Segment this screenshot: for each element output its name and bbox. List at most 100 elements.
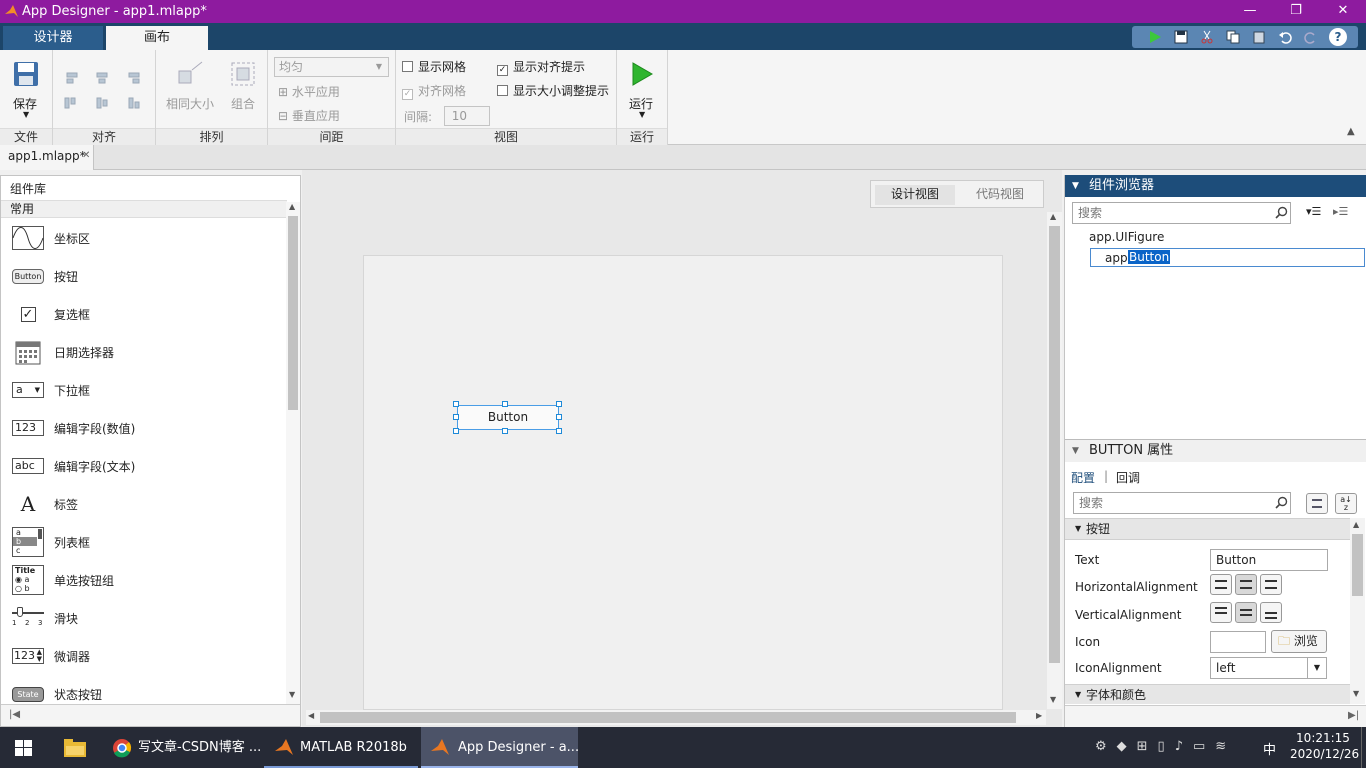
component-dropdown[interactable]: a ▼ 下拉框 (1, 371, 287, 409)
tab-designer[interactable]: 设计器 (3, 26, 103, 50)
show-resize-label: 显示大小调整提示 (513, 84, 610, 98)
library-footer: |◀ (1, 704, 300, 726)
taskbar-chrome[interactable]: 写文章-CSDN博客 ... (104, 727, 262, 768)
title-bar: App Designer - app1.mlapp* — ❐ ✕ (0, 0, 1366, 23)
close-tab-icon[interactable]: ✕ (82, 145, 90, 167)
group-button[interactable]: 组合 (231, 95, 255, 112)
font-color-section-button[interactable]: ▼ 字体和颜色 (1065, 684, 1351, 704)
align-left-icon[interactable] (1210, 574, 1232, 595)
show-grid-checkbox[interactable]: 显示网格 (402, 58, 466, 75)
component-radio-group[interactable]: Title ◉ a ○ b 单选按钮组 (1, 561, 287, 599)
slider-tick-1: 1 (12, 619, 17, 627)
snap-grid-checkbox[interactable]: ✓ 对齐网格 (402, 82, 466, 100)
component-label-widget[interactable]: A 标签 (1, 485, 287, 523)
clock[interactable]: 10:21:15 2020/12/26 (1290, 731, 1359, 761)
selection-handles[interactable] (453, 401, 563, 434)
component-slider[interactable]: 1 2 3 滑块 (1, 599, 287, 637)
show-desktop-button[interactable] (1361, 727, 1366, 768)
close-button[interactable]: ✕ (1320, 0, 1366, 23)
component-text-field[interactable]: abc 编辑字段(文本) (1, 447, 287, 485)
save-icon[interactable] (1174, 30, 1188, 44)
tree-root[interactable]: app.UIFigure (1089, 230, 1164, 244)
minimize-button[interactable]: — (1227, 0, 1273, 23)
radio-group-icon: Title ◉ a ○ b (12, 565, 44, 595)
component-listbox[interactable]: a b c 列表框 (1, 523, 287, 561)
taskbar-matlab[interactable]: MATLAB R2018b (264, 727, 418, 768)
spacing-dropdown-value: 均匀 (279, 60, 304, 74)
browser-search-input[interactable]: 搜索 (1072, 202, 1291, 224)
tree-view-icon[interactable]: ▾☰ (1306, 205, 1321, 218)
props-tab-callbacks[interactable]: 回调 (1116, 469, 1140, 486)
prop-iconalign-dropdown[interactable]: left ▼ (1210, 657, 1327, 679)
restore-button[interactable]: ❐ (1273, 0, 1319, 23)
props-scrollbar[interactable]: ▲ ▼ (1350, 518, 1365, 704)
component-label: 日期选择器 (54, 346, 115, 360)
align-middle-icon[interactable] (1235, 602, 1257, 623)
component-library: 组件库 常用 ▲ ▼ 坐标区 Button 按钮 ✓ 复选框 日期选择器 a ▼ 下拉框 … (0, 175, 301, 727)
prop-text-input[interactable]: Button (1210, 549, 1328, 571)
ui-figure[interactable]: Button (363, 255, 1003, 710)
dropdown-icon-text: a (16, 383, 23, 396)
redo-icon[interactable] (1304, 30, 1318, 44)
show-align-checkbox[interactable]: ✓ 显示对齐提示 (497, 58, 585, 76)
tree-child-button[interactable]: app. Button (1090, 248, 1365, 267)
align-bottom-icon[interactable] (1260, 602, 1282, 623)
paste-icon[interactable] (1252, 30, 1266, 44)
matlab-icon (431, 739, 449, 755)
list-view-icon[interactable]: ▸☰ (1333, 205, 1348, 218)
undo-icon[interactable] (1278, 30, 1292, 44)
collapse-left-icon[interactable]: |◀ (9, 709, 20, 720)
axes-icon (12, 226, 44, 250)
show-align-label: 显示对齐提示 (513, 60, 586, 74)
file-explorer-icon[interactable] (64, 739, 86, 757)
library-scrollbar[interactable]: ▲ ▼ (286, 202, 300, 704)
cut-icon[interactable] (1200, 30, 1214, 44)
component-checkbox[interactable]: ✓ 复选框 (1, 295, 287, 333)
component-date-picker[interactable]: 日期选择器 (1, 333, 287, 371)
sort-az-icon[interactable]: a↓ z (1335, 493, 1357, 514)
chrome-icon (113, 739, 132, 758)
component-axes[interactable]: 坐标区 (1, 219, 287, 257)
spacing-dropdown[interactable]: 均匀 ▼ (274, 57, 389, 77)
props-section-label: 按钮 (1086, 522, 1111, 536)
doc-tab-app1[interactable]: app1.mlapp* ✕ (0, 145, 94, 170)
same-size-button[interactable]: 相同大小 (166, 95, 214, 112)
align-center-icon[interactable] (1235, 574, 1257, 595)
windows-start-icon[interactable] (15, 740, 32, 756)
collapse-ribbon-icon[interactable]: ▲ (1347, 126, 1355, 137)
component-button[interactable]: Button 按钮 (1, 257, 287, 295)
help-icon[interactable]: ? (1329, 28, 1347, 46)
apply-vertical-button[interactable]: ⊟ 垂直应用 (278, 107, 340, 124)
radio-icon-a: a (24, 575, 30, 584)
tab-canvas[interactable]: 画布 (106, 26, 208, 50)
tree-child-name[interactable]: Button (1128, 250, 1171, 264)
ime-indicator[interactable]: 中 (1263, 739, 1276, 758)
run-icon[interactable] (1148, 30, 1162, 44)
component-browser-header: ▼ 组件浏览器 (1065, 175, 1366, 197)
align-right-icon[interactable] (1260, 574, 1282, 595)
design-view-tab[interactable]: 设计视图 (875, 185, 955, 205)
show-resize-checkbox[interactable]: 显示大小调整提示 (497, 82, 609, 99)
taskbar-matlab-label: MATLAB R2018b (300, 740, 407, 755)
canvas-h-scrollbar[interactable]: ◀ ▶ (306, 710, 1046, 725)
library-title: 组件库 (10, 182, 47, 196)
prop-icon-input[interactable] (1210, 631, 1266, 653)
component-spinner[interactable]: 123 ▲ ▼ 微调器 (1, 637, 287, 675)
props-tab-config[interactable]: 配置 (1071, 469, 1095, 486)
props-section-button[interactable]: ▼ 按钮 (1065, 518, 1351, 540)
align-icons[interactable] (63, 70, 147, 115)
props-search-input[interactable]: 搜索 (1073, 492, 1291, 514)
tray-icons[interactable]: ⚙◆⊞▯♪▭≋ (1095, 739, 1260, 757)
component-numeric-field[interactable]: 123 编辑字段(数值) (1, 409, 287, 447)
code-view-tab[interactable]: 代码视图 (959, 185, 1041, 205)
copy-icon[interactable] (1226, 30, 1240, 44)
taskbar-app-designer[interactable]: App Designer - a... (421, 727, 579, 768)
component-label: 按钮 (54, 270, 79, 284)
browse-button[interactable]: 🗀 浏览 (1271, 630, 1327, 653)
apply-horizontal-button[interactable]: ⊞ 水平应用 (278, 83, 340, 100)
taskbar-chrome-label: 写文章-CSDN博客 ... (138, 740, 262, 755)
group-view-icon[interactable] (1306, 493, 1328, 514)
collapse-right-icon[interactable]: ▶| (1348, 710, 1359, 721)
align-top-icon[interactable] (1210, 602, 1232, 623)
canvas-v-scrollbar[interactable]: ▲ ▼ (1047, 212, 1062, 709)
